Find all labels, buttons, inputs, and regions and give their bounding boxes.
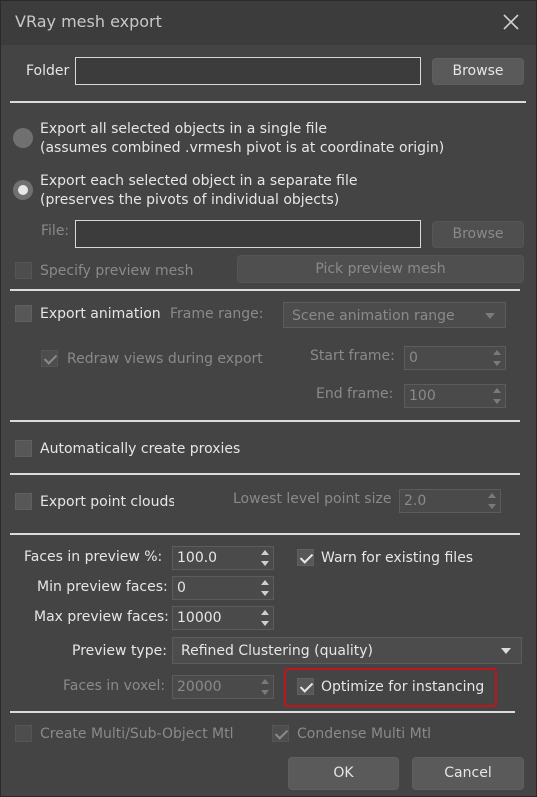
faces-in-voxel-label: Faces in voxel: bbox=[63, 678, 166, 694]
frame-range-value: Scene animation range bbox=[292, 308, 455, 324]
spinner-arrows-icon[interactable] bbox=[261, 580, 269, 596]
separator bbox=[10, 533, 520, 535]
faces-in-voxel-spinner[interactable]: 20000 bbox=[172, 675, 274, 699]
export-animation-checkbox[interactable] bbox=[15, 305, 32, 322]
frame-range-label: Frame range: bbox=[170, 306, 264, 322]
specify-preview-mesh-checkbox[interactable] bbox=[15, 262, 32, 279]
radio-separate-files[interactable] bbox=[13, 180, 33, 200]
lowest-point-size-spinner[interactable]: 2.0 bbox=[399, 489, 501, 513]
preview-type-value: Refined Clustering (quality) bbox=[181, 643, 373, 659]
chevron-down-icon bbox=[501, 648, 511, 654]
max-preview-faces-label: Max preview faces: bbox=[34, 609, 169, 625]
faces-in-voxel-value: 20000 bbox=[177, 679, 222, 695]
folder-browse-button[interactable]: Browse bbox=[432, 58, 524, 85]
spinner-arrows-icon[interactable] bbox=[493, 350, 501, 366]
optimize-instancing-checkbox[interactable] bbox=[297, 678, 314, 695]
separator bbox=[10, 473, 520, 475]
separator bbox=[10, 289, 520, 291]
spinner-arrows-icon[interactable] bbox=[261, 679, 269, 695]
create-multi-sub-mtl-checkbox[interactable] bbox=[15, 725, 32, 742]
file-label: File: bbox=[41, 223, 70, 239]
lowest-point-size-value: 2.0 bbox=[404, 493, 427, 509]
export-point-clouds-checkbox[interactable] bbox=[15, 493, 32, 510]
start-frame-spinner[interactable]: 0 bbox=[404, 346, 506, 370]
min-preview-faces-label: Min preview faces: bbox=[37, 579, 168, 595]
warn-existing-files-label: Warn for existing files bbox=[321, 550, 474, 566]
folder-label: Folder bbox=[26, 63, 70, 79]
cancel-button[interactable]: Cancel bbox=[412, 757, 524, 790]
faces-preview-percent-spinner[interactable]: 100.0 bbox=[172, 546, 274, 570]
folder-input[interactable] bbox=[75, 57, 421, 85]
min-preview-faces-value: 0 bbox=[177, 580, 186, 596]
specify-preview-mesh-label: Specify preview mesh bbox=[40, 263, 194, 279]
spinner-arrows-icon[interactable] bbox=[493, 388, 501, 404]
separate-files-line1: Export each selected object in a separat… bbox=[40, 173, 358, 189]
create-multi-sub-mtl-label: Create Multi/Sub-Object Mtl bbox=[40, 726, 234, 742]
vray-mesh-export-dialog: VRay mesh export Folder Browse Export al… bbox=[0, 0, 537, 797]
spinner-arrows-icon[interactable] bbox=[261, 550, 269, 566]
single-file-line2: (assumes combined .vrmesh pivot is at co… bbox=[40, 140, 445, 156]
pick-preview-mesh-button[interactable]: Pick preview mesh bbox=[237, 255, 524, 283]
window-title: VRay mesh export bbox=[15, 12, 162, 31]
max-preview-faces-spinner[interactable]: 10000 bbox=[172, 606, 274, 630]
start-frame-value: 0 bbox=[409, 350, 418, 366]
end-frame-spinner[interactable]: 100 bbox=[404, 384, 506, 408]
start-frame-label: Start frame: bbox=[310, 348, 395, 364]
preview-type-label: Preview type: bbox=[72, 643, 167, 659]
separator bbox=[10, 101, 526, 103]
close-icon[interactable] bbox=[500, 11, 522, 33]
separator bbox=[10, 420, 520, 422]
ok-button[interactable]: OK bbox=[288, 757, 399, 790]
condense-multi-mtl-label: Condense Multi Mtl bbox=[297, 726, 432, 742]
warn-existing-files-checkbox[interactable] bbox=[297, 549, 314, 566]
preview-type-dropdown[interactable]: Refined Clustering (quality) bbox=[172, 637, 522, 664]
separator bbox=[10, 711, 515, 713]
file-input[interactable] bbox=[75, 220, 421, 248]
frame-range-dropdown[interactable]: Scene animation range bbox=[283, 302, 506, 328]
min-preview-faces-spinner[interactable]: 0 bbox=[172, 576, 274, 600]
file-browse-button[interactable]: Browse bbox=[432, 221, 524, 248]
end-frame-value: 100 bbox=[409, 388, 436, 404]
export-point-clouds-label: Export point clouds bbox=[40, 494, 174, 510]
redraw-views-checkbox[interactable] bbox=[41, 350, 58, 367]
title-bar[interactable]: VRay mesh export bbox=[1, 1, 536, 45]
optimize-instancing-label: Optimize for instancing bbox=[321, 679, 485, 695]
separate-files-line2: (preserves the pivots of individual obje… bbox=[40, 192, 340, 208]
max-preview-faces-value: 10000 bbox=[177, 610, 222, 626]
faces-preview-percent-value: 100.0 bbox=[177, 550, 218, 566]
single-file-line1: Export all selected objects in a single … bbox=[40, 121, 327, 137]
radio-single-file[interactable] bbox=[13, 128, 33, 148]
chevron-down-icon bbox=[485, 313, 495, 319]
redraw-views-label: Redraw views during export bbox=[67, 351, 263, 367]
condense-multi-mtl-checkbox[interactable] bbox=[272, 725, 289, 742]
auto-create-proxies-label: Automatically create proxies bbox=[40, 441, 241, 457]
faces-preview-percent-label: Faces in preview %: bbox=[24, 549, 163, 565]
export-animation-label: Export animation bbox=[40, 306, 161, 322]
auto-create-proxies-checkbox[interactable] bbox=[15, 440, 32, 457]
spinner-arrows-icon[interactable] bbox=[488, 493, 496, 509]
lowest-point-size-label: Lowest level point size bbox=[233, 491, 392, 507]
end-frame-label: End frame: bbox=[316, 386, 394, 402]
spinner-arrows-icon[interactable] bbox=[261, 610, 269, 626]
